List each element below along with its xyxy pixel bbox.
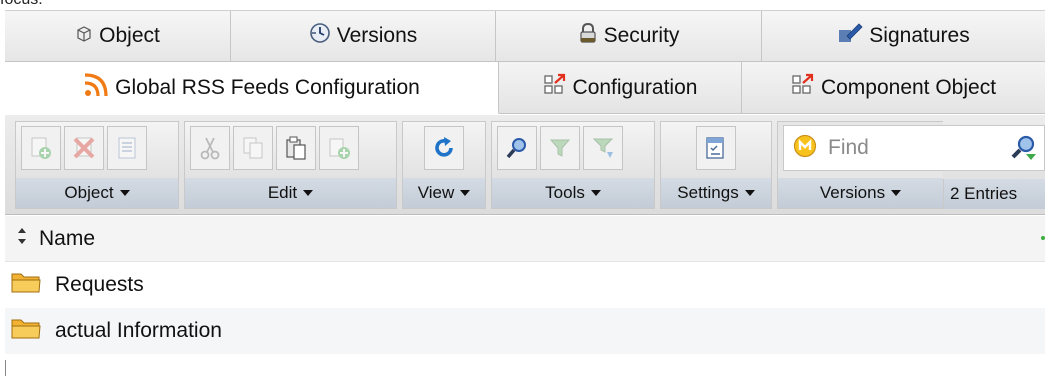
toolbar-group-versions-label: Versions: [819, 183, 886, 202]
object-icon: [75, 24, 93, 48]
tab-global-rss-feeds-configuration[interactable]: Global RSS Feeds Configuration: [5, 62, 499, 114]
properties-button[interactable]: [107, 126, 147, 170]
tab-configuration[interactable]: Configuration: [499, 62, 742, 113]
tab-component-object-label: Component Object: [820, 75, 997, 99]
chevron-down-icon: [119, 190, 130, 196]
tab-versions[interactable]: Versions: [231, 11, 496, 61]
toolbar-group-view-menu[interactable]: View: [403, 178, 485, 208]
toolbar-group-edit-label: Edit: [267, 183, 298, 202]
chevron-down-icon: [744, 190, 755, 196]
signature-icon: [837, 22, 863, 50]
cut-button[interactable]: [190, 126, 230, 170]
add-button[interactable]: [21, 126, 61, 170]
search-button[interactable]: [497, 126, 537, 170]
toolbar-group-object-menu[interactable]: Object: [16, 178, 178, 208]
tab-versions-label: Versions: [336, 24, 418, 47]
paste-icon: [286, 136, 306, 160]
refresh-icon: [435, 137, 453, 157]
tab-security[interactable]: Security: [496, 11, 762, 61]
rss-icon: [83, 72, 109, 104]
toolbar-group-settings-menu[interactable]: Settings: [661, 178, 771, 208]
item-list: Name Requests actual Information: [5, 216, 1045, 354]
search-icon: [506, 138, 526, 159]
filter-button[interactable]: [540, 126, 580, 170]
ribbon-toolbar: Object Edit View Tools Settings Versions…: [5, 115, 1045, 215]
settings-button[interactable]: [696, 126, 736, 170]
list-item[interactable]: actual Information: [5, 308, 1045, 354]
list-item-name: actual Information: [55, 319, 222, 342]
find-scope-icon[interactable]: [792, 133, 818, 164]
toolbar-group-edit-menu[interactable]: Edit: [185, 178, 396, 208]
tab-object-label: Object: [99, 24, 160, 47]
folder-icon: [11, 316, 41, 346]
filter-icon: [549, 139, 571, 157]
tab-component-object[interactable]: Component Object: [742, 62, 1045, 113]
toolbar-group-settings: Settings: [660, 121, 772, 209]
find-input[interactable]: [826, 135, 980, 161]
find-box: [783, 125, 1045, 171]
toolbar-group-versions-menu[interactable]: Versions: [778, 178, 943, 208]
list-item[interactable]: Requests: [5, 262, 1045, 308]
tab-security-label: Security: [603, 24, 680, 47]
toolbar-group-view-label: View: [417, 183, 455, 202]
find-go-icon[interactable]: [1008, 132, 1040, 169]
toolbar-group-view: View: [402, 121, 486, 209]
toolbar-group-tools: Tools: [491, 121, 655, 209]
window-top-strip: focus.: [0, 0, 1045, 10]
refresh-button[interactable]: [424, 126, 464, 170]
component-icon: [791, 73, 815, 103]
chevron-down-icon: [303, 190, 314, 196]
status-dot: [1041, 236, 1045, 240]
copy-button[interactable]: [233, 126, 273, 170]
tab-signatures[interactable]: Signatures: [762, 11, 1045, 61]
paste-special-icon: [329, 138, 350, 159]
list-item-name: Requests: [55, 273, 144, 296]
sort-icon: [15, 225, 29, 253]
paste-special-button[interactable]: [319, 126, 359, 170]
toolbar-group-edit: Edit: [184, 121, 397, 209]
list-left-border: [5, 360, 6, 376]
tab-signatures-label: Signatures: [869, 24, 970, 47]
partial-text: focus.: [0, 0, 43, 9]
delete-button[interactable]: [64, 126, 104, 170]
properties-icon: [118, 137, 136, 159]
versions-icon: [309, 22, 331, 50]
toolbar-group-tools-menu[interactable]: Tools: [492, 178, 654, 208]
paste-button[interactable]: [276, 126, 316, 170]
delete-icon: [73, 137, 95, 159]
tab-global-rss-label: Global RSS Feeds Configuration: [115, 75, 420, 99]
add-icon: [31, 137, 51, 159]
toolbar-group-settings-label: Settings: [677, 183, 739, 202]
column-header-name[interactable]: Name: [5, 216, 1045, 262]
copy-icon: [243, 137, 263, 159]
cut-icon: [200, 137, 220, 160]
toolbar-group-object: Object: [15, 121, 179, 209]
chevron-down-icon: [590, 190, 601, 196]
tab-bar-secondary: Global RSS Feeds Configuration Configura…: [5, 62, 1045, 114]
chevron-down-icon: [460, 190, 471, 196]
chevron-down-icon: [891, 190, 902, 196]
toolbar-group-object-label: Object: [64, 183, 114, 202]
entry-count: 2 Entries: [943, 179, 1045, 209]
tab-bar-primary: Object Versions Security Signatures: [5, 10, 1045, 62]
toolbar-group-tools-label: Tools: [545, 183, 585, 202]
filter-down-icon: [592, 138, 614, 158]
tab-configuration-label: Configuration: [572, 75, 698, 99]
folder-icon: [11, 270, 41, 300]
settings-icon: [706, 137, 724, 159]
filter-down-button[interactable]: [583, 126, 623, 170]
tab-object[interactable]: Object: [5, 11, 231, 61]
component-icon: [543, 73, 567, 103]
column-header-label: Name: [39, 226, 96, 250]
lock-icon: [578, 22, 598, 50]
